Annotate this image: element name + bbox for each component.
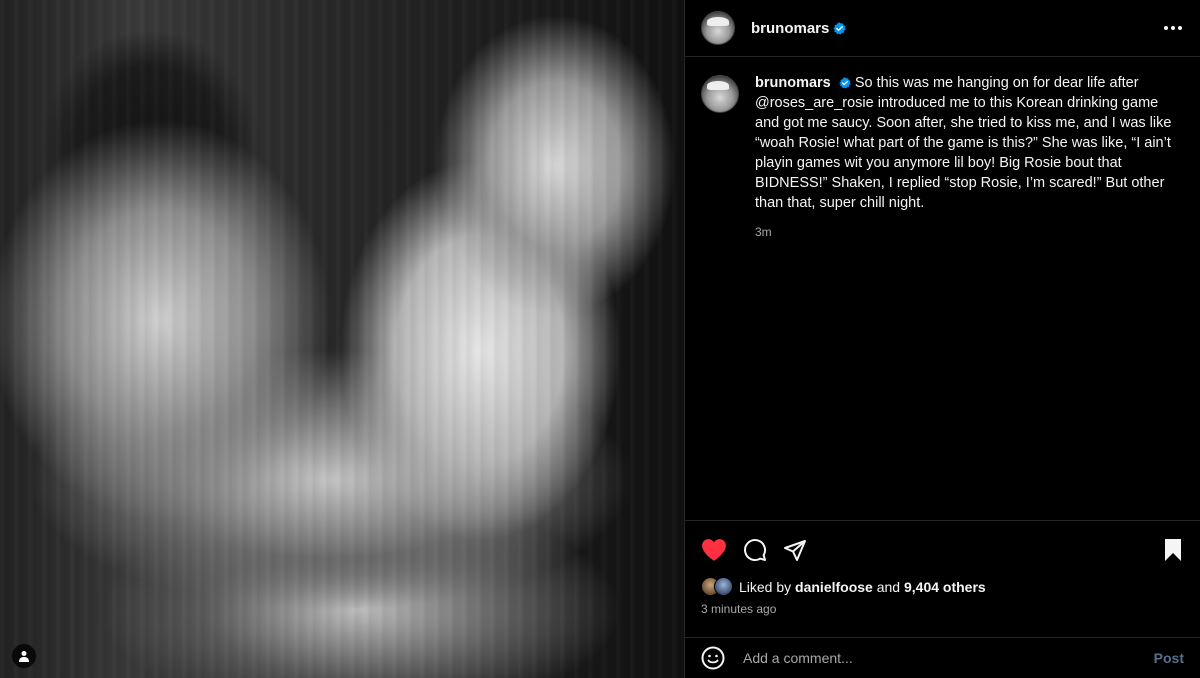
likes-prefix: Liked by (739, 578, 792, 595)
post-comment-button[interactable]: Post (1154, 650, 1184, 666)
likes-user-link[interactable]: danielfoose (795, 579, 873, 595)
verified-icon (839, 77, 851, 89)
avatar[interactable] (701, 11, 735, 45)
photo-texture (0, 0, 684, 678)
likes-summary: Liked by danielfoose and 9,404 others (701, 577, 986, 596)
post-photo[interactable] (0, 0, 685, 678)
post-side-panel: brunomars brunomars So this was me hangi… (685, 0, 1200, 678)
comment-button[interactable] (743, 538, 767, 562)
header-username[interactable]: brunomars (751, 20, 829, 37)
save-button[interactable] (1162, 538, 1184, 562)
bookmark-icon (1165, 539, 1181, 561)
caption-username[interactable]: brunomars (755, 75, 831, 91)
more-options-button[interactable] (1162, 20, 1184, 36)
heart-icon (702, 539, 726, 561)
post-header: brunomars (685, 0, 1200, 57)
avatar[interactable] (701, 75, 739, 113)
comment-icon (744, 539, 767, 562)
action-bar (701, 530, 1184, 570)
liker-avatars[interactable] (701, 577, 733, 596)
user-tag-button[interactable] (12, 644, 36, 668)
emoji-button[interactable] (701, 646, 725, 670)
caption-timestamp: 3m (755, 225, 772, 239)
user-tag-icon (19, 651, 29, 662)
comment-input[interactable] (741, 649, 1154, 667)
post-container: brunomars brunomars So this was me hangi… (0, 0, 1200, 678)
likes-and: and (876, 578, 901, 595)
emoji-icon (701, 646, 725, 670)
caption-body: brunomars So this was me hanging on for … (755, 73, 1184, 520)
verified-icon (833, 21, 847, 34)
caption-text: brunomars So this was me hanging on for … (755, 73, 1184, 213)
share-button[interactable] (783, 538, 807, 562)
more-icon (1164, 26, 1168, 30)
comment-bar: Post (685, 637, 1200, 678)
caption-section: brunomars So this was me hanging on for … (685, 57, 1200, 521)
caption-body-text: So this was me hanging on for dear life … (755, 75, 1172, 211)
share-icon (784, 540, 806, 561)
avatar (714, 577, 733, 596)
like-button[interactable] (701, 538, 727, 562)
more-icon-dot (1171, 26, 1175, 30)
more-icon-dot (1178, 26, 1182, 30)
post-timestamp[interactable]: 3 minutes ago (701, 602, 776, 616)
likes-others-link[interactable]: 9,404 others (904, 579, 986, 595)
